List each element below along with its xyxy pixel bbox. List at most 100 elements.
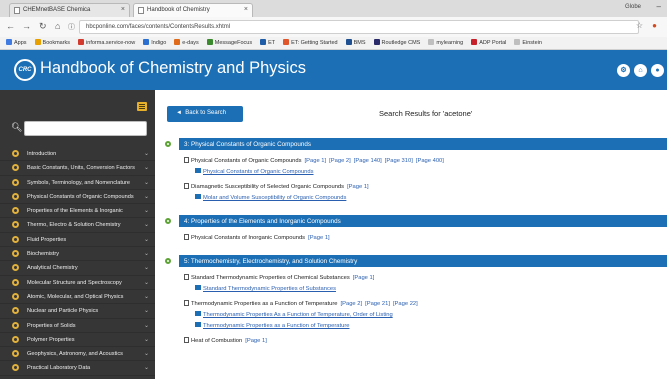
chevron-down-icon[interactable]: ⌄ (144, 150, 149, 157)
page-link[interactable]: [Page 22] (393, 301, 418, 307)
expand-toggle-icon[interactable] (165, 258, 171, 264)
home-icon[interactable]: ⌂ (55, 21, 60, 31)
profile-name[interactable]: Globe (625, 4, 641, 10)
sidebar-item[interactable]: Thermo, Electro & Solution Chemistry ⌄ (0, 218, 155, 233)
bookmark-item[interactable]: mylearning (428, 39, 463, 46)
bookmark-item[interactable]: ET: Getting Started (283, 39, 338, 46)
chevron-down-icon[interactable]: ⌄ (144, 322, 149, 329)
sidebar-item[interactable]: Basic Constants, Units, Conversion Facto… (0, 161, 155, 176)
chevron-down-icon[interactable]: ⌄ (144, 350, 149, 357)
section-title[interactable]: 3: Physical Constants of Organic Compoun… (179, 138, 667, 150)
browser-tab-handbook[interactable]: Handbook of Chemistry × (133, 3, 253, 17)
close-tab-icon[interactable]: × (121, 6, 125, 13)
page-link[interactable]: [Page 1] (353, 275, 375, 281)
bookmark-item[interactable]: informa.service-now (78, 39, 135, 46)
bookmark-item[interactable]: Apps (6, 39, 27, 46)
sidebar-item[interactable]: Biochemistry ⌄ (0, 247, 155, 262)
sidebar-item[interactable]: Properties of the Elements & Inorganic ⌄ (0, 204, 155, 219)
chevron-down-icon[interactable]: ⌄ (144, 250, 149, 257)
section-title[interactable]: 4: Properties of the Elements and Inorga… (179, 215, 667, 227)
page-link[interactable]: [Page 140] (354, 158, 382, 164)
table-link[interactable]: Thermodynamic Properties As a Function o… (165, 309, 667, 320)
bookmark-item[interactable]: ADP Portal (471, 39, 506, 46)
back-to-search-button[interactable]: ◄ Back to Search (167, 106, 243, 122)
sidebar-item[interactable]: Geophysics, Astronomy, and Acoustics ⌄ (0, 347, 155, 362)
chevron-down-icon[interactable]: ⌄ (144, 207, 149, 214)
section-header[interactable]: 5: Thermochemistry, Electrochemistry, an… (165, 255, 667, 267)
page-link[interactable]: [Page 2] (341, 301, 363, 307)
section-header[interactable]: 4: Properties of the Elements and Inorga… (165, 215, 667, 227)
crc-logo[interactable]: CRC (14, 59, 36, 81)
browser-tab-chemnetbase[interactable]: CHEMnetBASE Chemica × (9, 3, 130, 17)
chevron-down-icon[interactable]: ⌄ (144, 221, 149, 228)
entry-title[interactable]: Physical Constants of Organic Compounds (191, 158, 302, 164)
reload-icon[interactable]: ↻ (39, 21, 47, 32)
forward-arrow-icon[interactable]: → (22, 21, 31, 31)
bookmark-item[interactable]: e-days (174, 39, 199, 46)
menu-toggle-icon[interactable] (137, 102, 147, 111)
gear-icon[interactable]: ⚙ (617, 64, 630, 77)
close-tab-icon[interactable]: × (244, 6, 248, 13)
sidebar-item[interactable]: Properties of Solids ⌄ (0, 319, 155, 333)
bookmark-item[interactable]: Einstein (514, 39, 542, 46)
home-icon[interactable]: ⌂ (634, 64, 647, 77)
minimize-icon[interactable]: – (657, 2, 661, 11)
sidebar-item[interactable]: Analytical Chemistry ⌄ (0, 261, 155, 276)
page-link[interactable]: [Page 21] (365, 301, 390, 307)
chevron-down-icon[interactable]: ⌄ (144, 364, 149, 371)
chevron-down-icon[interactable]: ⌄ (144, 193, 149, 200)
chevron-down-icon[interactable]: ⌄ (144, 179, 149, 186)
page-link[interactable]: [Page 1] (305, 158, 327, 164)
sidebar-item[interactable]: Introduction ⌄ (0, 147, 155, 162)
sidebar-item[interactable]: Molecular Structure and Spectroscopy ⌄ (0, 276, 155, 290)
extension-icon[interactable]: ● (652, 21, 657, 30)
chevron-down-icon[interactable]: ⌄ (144, 236, 149, 243)
tab-strip: CHEMnetBASE Chemica × Handbook of Chemis… (0, 0, 667, 17)
entry-title[interactable]: Standard Thermodynamic Properties of Che… (191, 275, 350, 281)
sidebar-item[interactable]: Physical Constants of Organic Compounds ⌄ (0, 190, 155, 205)
bookmark-item[interactable]: Routledge CMS (373, 39, 420, 46)
page-link[interactable]: [Page 1] (245, 338, 267, 344)
chevron-down-icon[interactable]: ⌄ (144, 279, 149, 286)
chevron-down-icon[interactable]: ⌄ (144, 293, 149, 300)
expand-toggle-icon[interactable] (165, 218, 171, 224)
bookmark-item[interactable]: MessageFocus (206, 39, 252, 46)
page-link[interactable]: [Page 1] (308, 235, 330, 241)
sidebar-item[interactable]: Atomic, Molecular, and Optical Physics ⌄ (0, 290, 155, 305)
table-link[interactable]: Thermodynamic Properties as a Function o… (165, 320, 667, 331)
sidebar-item[interactable]: Symbols, Terminology, and Nomenclature ⌄ (0, 176, 155, 190)
section-title[interactable]: 5: Thermochemistry, Electrochemistry, an… (179, 255, 667, 267)
bookmark-star-icon[interactable]: ☆ (636, 21, 643, 30)
bookmark-item[interactable]: ET (260, 39, 275, 46)
expand-toggle-icon[interactable] (165, 141, 171, 147)
chevron-down-icon[interactable]: ⌄ (144, 336, 149, 343)
sidebar-search-input[interactable] (24, 121, 147, 136)
page-link[interactable]: [Page 2] (329, 158, 351, 164)
chevron-down-icon[interactable]: ⌄ (144, 164, 149, 171)
table-link[interactable]: Molar and Volume Susceptibility of Organ… (165, 192, 667, 203)
entry-title[interactable]: Thermodynamic Properties as a Function o… (191, 301, 338, 307)
back-arrow-icon[interactable]: ← (6, 21, 15, 31)
table-link[interactable]: Standard Thermodynamic Properties of Sub… (165, 283, 667, 294)
table-link[interactable]: Physical Constants of Organic Compounds (165, 166, 667, 177)
sidebar-item[interactable]: Practical Laboratory Data ⌄ (0, 361, 155, 376)
url-input[interactable]: hbcponline.com/faces/contents/ContentsRe… (79, 20, 639, 34)
section-header[interactable]: 3: Physical Constants of Organic Compoun… (165, 138, 667, 150)
bookmark-item[interactable]: Indigo (143, 39, 166, 46)
bookmark-favicon-icon (34, 39, 41, 45)
sidebar-item[interactable]: Polymer Properties ⌄ (0, 333, 155, 348)
entry-title[interactable]: Diamagnetic Susceptibility of Selected O… (191, 184, 344, 190)
user-icon[interactable]: ● (651, 64, 664, 77)
section-bullet-icon (12, 207, 19, 215)
page-link[interactable]: [Page 400] (416, 158, 444, 164)
entry-title[interactable]: Physical Constants of Inorganic Compound… (191, 235, 305, 241)
chevron-down-icon[interactable]: ⌄ (144, 307, 149, 314)
entry-title[interactable]: Heat of Combustion (191, 338, 242, 344)
page-link[interactable]: [Page 1] (347, 184, 369, 190)
sidebar-item[interactable]: Fluid Properties ⌄ (0, 233, 155, 248)
bookmark-item[interactable]: Bookmarks (34, 39, 70, 46)
page-link[interactable]: [Page 310] (385, 158, 413, 164)
chevron-down-icon[interactable]: ⌄ (144, 264, 149, 271)
sidebar-item[interactable]: Nuclear and Particle Physics ⌄ (0, 304, 155, 319)
bookmark-item[interactable]: BMS (345, 39, 366, 46)
